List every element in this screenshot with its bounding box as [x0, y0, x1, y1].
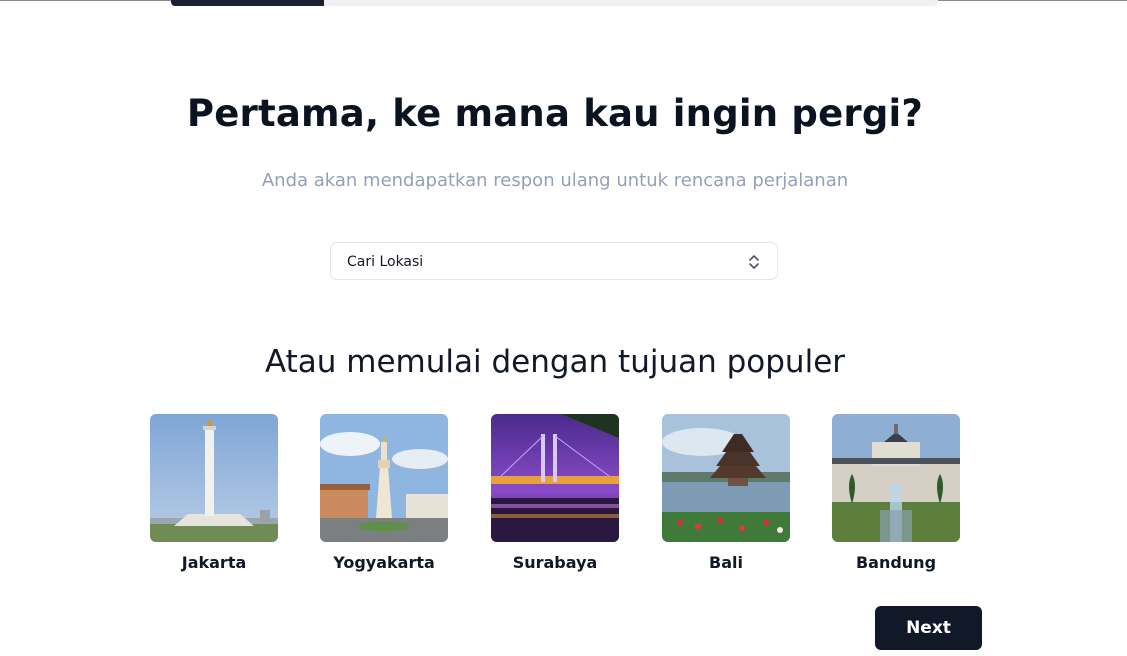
- location-search-label: Cari Lokasi: [347, 254, 424, 270]
- destination-label: Jakarta: [181, 553, 247, 572]
- progress-bar: [171, 0, 938, 6]
- monas-monument-photo: [150, 414, 278, 542]
- progress-fill: [171, 0, 325, 6]
- destination-card-bandung[interactable]: Bandung: [832, 414, 960, 572]
- destination-card-bali[interactable]: Bali: [662, 414, 790, 572]
- destination-label: Bandung: [855, 553, 937, 572]
- page-subtitle: Anda akan mendapatkan respon ulang untuk…: [261, 170, 849, 191]
- page-title: Pertama, ke mana kau ingin pergi?: [186, 92, 924, 135]
- ulun-danu-temple-photo: [662, 414, 790, 542]
- destination-card-yogyakarta[interactable]: Yogyakarta: [320, 414, 448, 572]
- destination-label: Yogyakarta: [333, 553, 435, 572]
- destination-card-surabaya[interactable]: Surabaya: [491, 414, 619, 572]
- tugu-yogyakarta-photo: [320, 414, 448, 542]
- gedung-sate-photo: [832, 414, 960, 542]
- destination-label: Bali: [709, 553, 743, 572]
- suramadu-bridge-night-photo: [491, 414, 619, 542]
- destination-label: Surabaya: [512, 553, 598, 572]
- destination-card-jakarta[interactable]: Jakarta: [150, 414, 278, 572]
- popular-section-title: Atau memulai dengan tujuan populer: [264, 344, 846, 380]
- chevrons-up-down-icon: [749, 255, 759, 269]
- location-search-select[interactable]: Cari Lokasi: [330, 242, 778, 280]
- next-button[interactable]: Next: [875, 606, 982, 650]
